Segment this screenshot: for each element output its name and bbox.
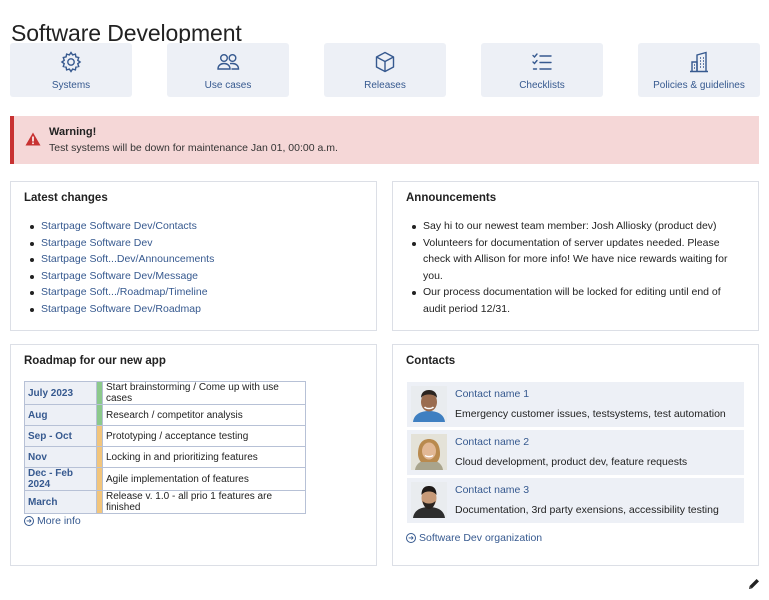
roadmap-milestone: Research / competitor analysis <box>102 404 306 426</box>
arrow-right-circle-icon: ➜ <box>406 533 416 543</box>
edit-pencil-icon[interactable] <box>747 577 761 591</box>
roadmap-period: Dec - Feb 2024 <box>24 467 97 491</box>
contact-description: Emergency customer issues, testsystems, … <box>455 408 726 420</box>
warning-title: Warning! <box>49 126 97 138</box>
building-icon <box>638 50 760 74</box>
contact-card: Contact name 1 Emergency customer issues… <box>407 382 744 427</box>
list-item: Startpage Software Dev/Roadmap <box>25 301 214 318</box>
roadmap-milestone: Release v. 1.0 - all prio 1 features are… <box>102 490 306 514</box>
roadmap-row: July 2023 Start brainstorming / Come up w… <box>24 381 306 405</box>
contact-card: Contact name 3 Documentation, 3rd party … <box>407 478 744 523</box>
contact-card: Contact name 2 Cloud development, produc… <box>407 430 744 475</box>
latest-changes-list: Startpage Software Dev/Contacts Startpag… <box>25 218 214 317</box>
tile-policies[interactable]: Policies & guidelines <box>638 43 760 97</box>
roadmap-period: Aug <box>24 404 97 426</box>
list-item: Our process documentation will be locked… <box>407 284 737 317</box>
users-icon <box>167 50 289 74</box>
announcements-list: Say hi to our newest team member: Josh A… <box>407 218 737 317</box>
tile-label: Systems <box>51 80 91 91</box>
contact-name[interactable]: Contact name 2 <box>455 436 529 448</box>
roadmap-table: July 2023 Start brainstorming / Come up w… <box>24 381 306 514</box>
quick-links: Systems Use cases Releases Checklists Po… <box>10 43 760 97</box>
list-item: Startpage Software Dev/Message <box>25 268 214 285</box>
list-item: Startpage Software Dev <box>25 235 214 252</box>
roadmap-period: Sep - Oct <box>24 425 97 447</box>
announcements-title: Announcements <box>406 192 497 204</box>
contacts-panel: Contacts Contact name 1 Emergency custom… <box>392 344 759 566</box>
contact-name[interactable]: Contact name 3 <box>455 484 529 496</box>
list-item: Startpage Soft...Dev/Announcements <box>25 251 214 268</box>
roadmap-title: Roadmap for our new app <box>24 355 166 367</box>
more-info-label: More info <box>37 515 81 527</box>
roadmap-milestone: Prototyping / acceptance testing <box>102 425 306 447</box>
roadmap-row: Nov Locking in and prioritizing features <box>24 446 306 468</box>
roadmap-row: Dec - Feb 2024 Agile implementation of fe… <box>24 467 306 491</box>
contact-description: Documentation, 3rd party exensions, acce… <box>455 504 719 516</box>
warning-text: Test systems will be down for maintenanc… <box>49 142 338 154</box>
change-link[interactable]: Startpage Software Dev/Message <box>41 270 198 282</box>
tile-label: Use cases <box>204 80 252 91</box>
change-link[interactable]: Startpage Software Dev/Roadmap <box>41 303 201 315</box>
roadmap-row: March Release v. 1.0 - all prio 1 feature… <box>24 490 306 514</box>
tile-systems[interactable]: Systems <box>10 43 132 97</box>
list-item: Startpage Software Dev/Contacts <box>25 218 214 235</box>
change-link[interactable]: Startpage Soft...Dev/Announcements <box>41 253 214 265</box>
arrow-right-circle-icon: ➜ <box>24 516 34 526</box>
change-link[interactable]: Startpage Soft.../Roadmap/Timeline <box>41 286 208 298</box>
change-link[interactable]: Startpage Software Dev/Contacts <box>41 220 197 232</box>
change-link[interactable]: Startpage Software Dev <box>41 237 152 249</box>
announcements-panel: Announcements Say hi to our newest team … <box>392 181 759 331</box>
tile-label: Releases <box>364 80 406 91</box>
tile-label: Checklists <box>519 80 565 91</box>
list-item: Volunteers for documentation of server u… <box>407 235 737 285</box>
avatar <box>411 434 447 470</box>
tile-label: Policies & guidelines <box>653 80 745 91</box>
checklist-icon <box>481 50 603 74</box>
tile-use-cases[interactable]: Use cases <box>167 43 289 97</box>
box-icon <box>324 50 446 74</box>
warning-icon <box>25 132 41 151</box>
gear-icon <box>10 50 132 74</box>
roadmap-period: July 2023 <box>24 381 97 405</box>
more-info-link[interactable]: ➜ More info <box>24 515 81 527</box>
contact-name[interactable]: Contact name 1 <box>455 388 529 400</box>
latest-changes-panel: Latest changes Startpage Software Dev/Co… <box>10 181 377 331</box>
latest-changes-title: Latest changes <box>24 192 108 204</box>
avatar <box>411 386 447 422</box>
roadmap-milestone: Agile implementation of features <box>102 467 306 491</box>
tile-releases[interactable]: Releases <box>324 43 446 97</box>
roadmap-panel: Roadmap for our new app July 2023 Start b… <box>10 344 377 566</box>
roadmap-row: Aug Research / competitor analysis <box>24 404 306 426</box>
org-link-label: Software Dev organization <box>419 532 543 544</box>
roadmap-period: Nov <box>24 446 97 468</box>
contacts-title: Contacts <box>406 355 456 367</box>
contact-description: Cloud development, product dev, feature … <box>455 456 688 468</box>
roadmap-milestone: Locking in and prioritizing features <box>102 446 306 468</box>
roadmap-row: Sep - Oct Prototyping / acceptance testin… <box>24 425 306 447</box>
list-item: Startpage Soft.../Roadmap/Timeline <box>25 284 214 301</box>
org-link[interactable]: ➜ Software Dev organization <box>406 532 542 544</box>
list-item: Say hi to our newest team member: Josh A… <box>407 218 737 235</box>
roadmap-period: March <box>24 490 97 514</box>
tile-checklists[interactable]: Checklists <box>481 43 603 97</box>
avatar <box>411 482 447 518</box>
warning-banner: Warning! Test systems will be down for m… <box>10 116 759 164</box>
roadmap-milestone: Start brainstorming / Come up with use c… <box>102 381 306 405</box>
